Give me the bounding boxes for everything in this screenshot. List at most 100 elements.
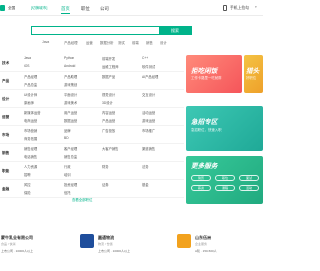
category-link[interactable]: 活动运营 (142, 110, 155, 115)
company-industry: 食品 / 快消 (1, 242, 16, 246)
category-link[interactable]: UI设计师 (24, 92, 37, 97)
hot-keyword[interactable]: 测试 (118, 40, 125, 45)
category-link[interactable]: 数据产品 (102, 74, 115, 79)
category-title[interactable]: 市场 (2, 133, 9, 138)
category-link[interactable]: 电话销售 (24, 154, 37, 159)
switch-city-link[interactable]: [切换城市] (31, 6, 47, 11)
category-title[interactable]: 设计 (2, 97, 9, 102)
category-link[interactable]: AI产品经理 (142, 74, 158, 79)
category-link[interactable]: 新媒体运营 (24, 110, 40, 115)
banner-subtitle: 急招职位，快速入职 (191, 128, 222, 132)
company-info: A轮 · 150-500人 (195, 249, 217, 253)
app-download-link[interactable]: 手机上拉勾 (230, 6, 249, 11)
promo-banner-2[interactable]: 猎头 好职位 (244, 55, 263, 93)
category-link[interactable]: 游戏美术 (64, 100, 77, 105)
category-title[interactable]: 金融 (2, 187, 9, 192)
hot-keyword[interactable]: 销售 (146, 40, 153, 45)
category-link[interactable]: 内容运营 (102, 110, 115, 115)
banner-title: 急招专区 (191, 119, 218, 126)
category-link[interactable]: Python (64, 56, 74, 60)
category-title[interactable]: 运营 (2, 115, 9, 120)
search-button[interactable]: 搜索 (159, 27, 191, 34)
category-title[interactable]: 产品 (2, 79, 9, 84)
service-pill[interactable]: 面试 (239, 175, 259, 181)
category-link[interactable]: Java (24, 56, 31, 60)
promo-banner-1[interactable]: 拒吃闲饭 工作卡路里一吃就胖 (186, 55, 242, 93)
category-link[interactable]: 原画师 (24, 100, 34, 105)
category-link[interactable]: 渠道销售 (142, 146, 155, 151)
company-card[interactable]: 山东伍洲 企业服务 A轮 · 150-500人 (177, 232, 263, 271)
nav-home[interactable]: 首页 (61, 6, 70, 12)
view-all-categories-link[interactable]: 查看全部职位 (72, 197, 92, 202)
category-link[interactable]: 交互设计 (142, 92, 155, 97)
category-link[interactable]: 招聘 (24, 172, 31, 177)
category-link[interactable]: 证券 (102, 182, 109, 187)
category-link[interactable]: Android (64, 64, 75, 68)
category-title[interactable]: 职能 (2, 169, 9, 174)
category-link[interactable]: 法务 (142, 164, 149, 169)
service-pill[interactable]: 职位 (215, 175, 235, 181)
category-link[interactable]: 投资经理 (64, 182, 77, 187)
category-link[interactable]: 保险 (24, 190, 31, 195)
category-link[interactable]: 视觉设计 (102, 92, 115, 97)
hot-keyword[interactable]: 运营 (86, 40, 93, 45)
service-pill[interactable]: 简历 (191, 175, 211, 181)
category-row: 技术 Java Python 前端开发 C++ iOS Android 运维工程师 软件测试 (0, 54, 184, 72)
category-link[interactable]: 培训 (64, 172, 71, 177)
company-name: 蒙牛乳业有限公司 (1, 235, 33, 240)
hot-keyword[interactable]: 前端 (132, 40, 139, 45)
service-pill[interactable]: 活动 (239, 185, 259, 191)
category-link[interactable]: 游戏策划 (64, 82, 77, 87)
category-link[interactable]: 产品助理 (64, 74, 77, 79)
service-pill[interactable]: 薪资 (191, 185, 211, 191)
category-link[interactable]: 商务拓展 (24, 136, 37, 141)
hot-keyword[interactable]: Java (42, 40, 49, 44)
category-link[interactable]: 平面设计 (64, 92, 77, 97)
category-row: 销售 销售经理 客户经理 大客户销售 渠道销售电话销售 销售总监 (0, 144, 184, 162)
nav-companies[interactable]: 公司 (100, 6, 109, 12)
nav-jobs[interactable]: 职位 (81, 6, 90, 12)
category-link[interactable]: 产品总监 (24, 82, 37, 87)
category-title[interactable]: 销售 (2, 151, 9, 156)
hot-keyword[interactable]: 数据分析 (100, 40, 114, 45)
hot-keyword[interactable]: 产品经理 (64, 40, 78, 45)
category-link[interactable]: 软件测试 (142, 64, 155, 69)
hot-keyword[interactable]: 设计 (160, 40, 167, 45)
category-link[interactable]: BD (64, 136, 69, 140)
category-link[interactable]: 行政 (64, 164, 71, 169)
category-link[interactable]: 大客户销售 (102, 146, 118, 151)
category-link[interactable]: 数据运营 (64, 118, 77, 123)
company-card[interactable]: 圆通物流 物流 / 仓储 上市公司 · 10000人以上 (80, 232, 170, 271)
category-link[interactable]: 市场推广 (142, 128, 155, 133)
phone-icon (223, 5, 227, 11)
category-link[interactable]: 运维工程师 (102, 64, 118, 69)
category-link[interactable]: iOS (24, 64, 30, 68)
category-title[interactable]: 技术 (2, 61, 9, 66)
service-pill[interactable]: 课程 (215, 185, 235, 191)
company-card[interactable]: 蒙牛乳业有限公司 食品 / 快消 上市公司 · 10000人以上 (0, 232, 76, 271)
category-link[interactable]: 品牌 (64, 128, 71, 133)
category-link[interactable]: 销售经理 (24, 146, 37, 151)
category-link[interactable]: 信托 (64, 190, 71, 195)
category-link[interactable]: 前端开发 (102, 56, 115, 61)
urgent-jobs-banner[interactable]: 急招专区 急招职位，快速入职 (186, 106, 263, 151)
logo-icon[interactable] (0, 5, 5, 11)
category-link[interactable]: 销售总监 (64, 154, 77, 159)
category-link[interactable]: 用户运营 (64, 110, 77, 115)
category-link[interactable]: 财务 (102, 164, 109, 169)
category-row: 设计 UI设计师 平面设计 视觉设计 交互设计原画师 游戏美术 3D设计 (0, 90, 184, 108)
category-link[interactable]: 3D设计 (102, 100, 113, 105)
category-link[interactable]: 客户经理 (64, 146, 77, 151)
category-link[interactable]: 电商运营 (24, 118, 37, 123)
category-link[interactable]: 广告投放 (102, 128, 115, 133)
category-link[interactable]: 游戏运营 (142, 118, 155, 123)
category-link[interactable]: 产品运营 (102, 118, 115, 123)
category-link[interactable]: 风控 (24, 182, 31, 187)
category-link[interactable]: 产品经理 (24, 74, 37, 79)
search-input[interactable] (32, 27, 160, 34)
search-box: 搜索 (31, 26, 192, 35)
category-link[interactable]: C++ (142, 56, 148, 60)
category-link[interactable]: 人力资源 (24, 164, 37, 169)
category-link[interactable]: 市场营销 (24, 128, 37, 133)
category-link[interactable]: 基金 (142, 182, 149, 187)
